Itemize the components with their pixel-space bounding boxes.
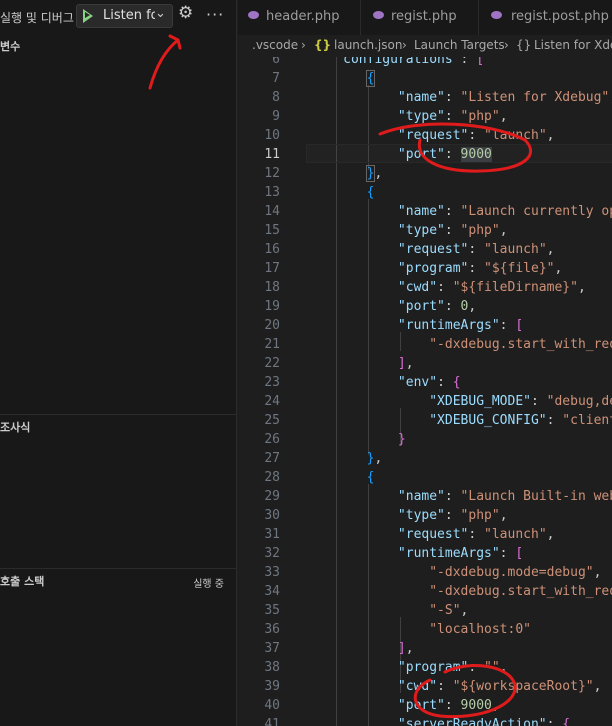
code-editor[interactable]: 6 "configurations": [ 7 { 8 "name": "Lis… xyxy=(238,57,612,726)
gear-icon[interactable]: ⚙ xyxy=(178,5,193,22)
php-file-icon xyxy=(373,11,384,19)
tab-label: regist.post.php xyxy=(511,9,609,24)
tab-header-php[interactable]: header.php xyxy=(238,0,361,35)
section-divider xyxy=(0,414,237,415)
breadcrumb-node-listen-for-xdebug[interactable]: Listen for Xdebug xyxy=(534,38,612,52)
code-line: 28 { xyxy=(264,470,375,485)
call-stack-section-header[interactable]: 호출 스택 xyxy=(0,573,44,589)
code-line: 9 "type": "php", xyxy=(272,109,508,124)
breadcrumb-file[interactable]: launch.json xyxy=(334,38,402,52)
code-line: 19 "port": 0, xyxy=(264,299,477,314)
tab-regist-post-php[interactable]: regist.post.php xyxy=(479,0,612,35)
code-line: 18 "cwd": "${fileDirname}", xyxy=(264,280,586,295)
call-stack-status: 실행 중 xyxy=(193,579,224,590)
code-line: 10 "request": "launch", xyxy=(264,128,555,143)
code-line: 20 "runtimeArgs": [ xyxy=(264,318,524,333)
json-file-icon: {} xyxy=(314,38,332,52)
code-line: 32 "runtimeArgs": [ xyxy=(264,546,524,561)
code-line: 21 "-dxdebug.start_with_request=yes" xyxy=(264,337,612,352)
code-line: 35 "-S", xyxy=(264,603,469,618)
code-line: 33 "-dxdebug.mode=debug", xyxy=(264,565,602,580)
breadcrumb-node-launch-targets[interactable]: Launch Targets xyxy=(414,38,505,52)
code-line: 15 "type": "php", xyxy=(264,223,508,238)
breadcrumb: .vscode › {} launch.json › Launch Target… xyxy=(238,35,612,57)
json-object-icon: {} xyxy=(516,38,532,52)
launch-config-name: Listen for Xdebug xyxy=(103,8,155,23)
code-line: 38 "program": "", xyxy=(264,660,508,675)
debug-sidebar: 실행 및 디버그 Listen for Xdebug ⌄ ⚙ ··· 변수 조사… xyxy=(0,0,237,726)
code-line: 8 "name": "Listen for Xdebug", xyxy=(272,90,612,105)
code-line: 30 "type": "php", xyxy=(264,508,508,523)
launch-config-dropdown[interactable]: Listen for Xdebug ⌄ xyxy=(76,4,173,28)
editor-tabs: header.php regist.php regist.post.php xyxy=(238,0,612,36)
code-line: 17 "program": "${file}", xyxy=(264,261,563,276)
code-line: 23 "env": { xyxy=(264,375,461,390)
breadcrumb-folder[interactable]: .vscode xyxy=(252,38,298,52)
code-line: 31 "request": "launch", xyxy=(264,527,555,542)
php-file-icon xyxy=(248,11,259,19)
code-line: 22 ], xyxy=(264,356,414,371)
run-and-debug-title: 실행 및 디버그 xyxy=(0,11,74,25)
code-line: 39 "cwd": "${workspaceRoot}", xyxy=(264,679,602,694)
code-line: 36 "localhost:0" xyxy=(264,622,531,637)
code-line: 6 "configurations": [ xyxy=(272,57,485,67)
code-line: 40 "port": 9000, xyxy=(264,698,500,713)
chevron-down-icon[interactable]: ⌄ xyxy=(155,6,166,21)
code-line: 11 "port": 9000 xyxy=(264,147,492,162)
code-line: 41 "serverReadyAction": { xyxy=(264,717,571,726)
section-divider xyxy=(0,568,237,569)
variables-section-header[interactable]: 변수 xyxy=(0,38,20,54)
play-icon-inner xyxy=(85,12,90,18)
code-line: 34 "-dxdebug.start_with_request=yes", xyxy=(264,584,612,599)
code-line: 29 "name": "Launch Built-in web server", xyxy=(264,489,612,504)
breadcrumb-separator: › xyxy=(301,38,306,52)
code-line: 25 "XDEBUG_CONFIG": "client_port=${port}… xyxy=(264,413,612,428)
code-line: 26 } xyxy=(264,432,406,447)
code-line: 37 ], xyxy=(264,641,414,656)
code-line: 16 "request": "launch", xyxy=(264,242,555,257)
tab-regist-php[interactable]: regist.php xyxy=(361,0,479,35)
code-line: 14 "name": "Launch currently open script… xyxy=(264,204,612,219)
watch-section-header[interactable]: 조사식 xyxy=(0,419,30,435)
breadcrumb-separator: › xyxy=(504,38,509,52)
more-actions-icon[interactable]: ··· xyxy=(206,5,224,24)
debug-toolbar: 실행 및 디버그 Listen for Xdebug ⌄ ⚙ ··· xyxy=(0,0,237,32)
code-line: 24 "XDEBUG_MODE": "debug,develop", xyxy=(264,394,612,409)
tab-label: header.php xyxy=(266,9,340,24)
php-file-icon xyxy=(491,11,502,19)
tab-label: regist.php xyxy=(391,9,457,24)
code-line: 13 { xyxy=(264,185,375,200)
code-line: 27 }, xyxy=(264,451,383,466)
code-line: 7 { xyxy=(272,70,376,87)
breadcrumb-separator: › xyxy=(402,38,407,52)
code-line: 12 }, xyxy=(264,165,383,182)
